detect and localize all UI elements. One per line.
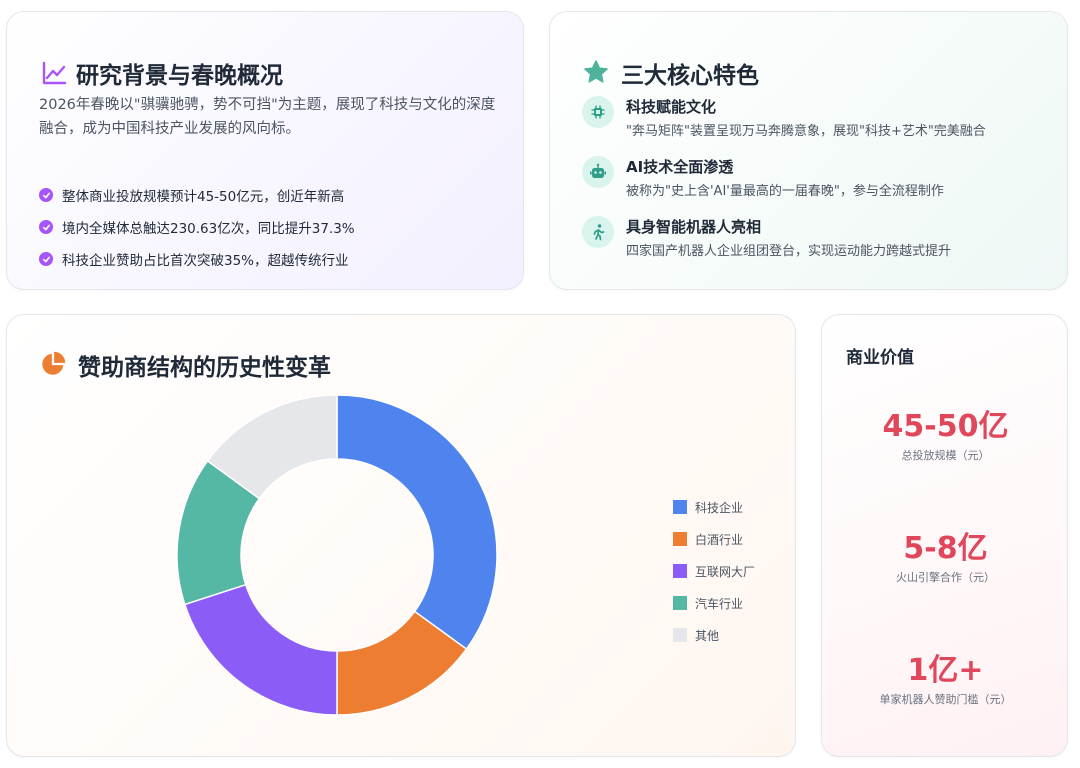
legend-label: 互联网大厂 xyxy=(695,564,756,579)
legend-label: 汽车行业 xyxy=(695,596,744,611)
legend-swatch xyxy=(673,564,687,578)
legend-swatch xyxy=(673,596,687,610)
check-circle-icon xyxy=(39,188,53,202)
card-title: 商业价值 xyxy=(846,348,914,368)
bullet-item: 整体商业投放规模预计45-50亿元，创近年新高 xyxy=(39,185,344,205)
bullet-item: 科技企业赞助占比首次突破35%，超越传统行业 xyxy=(39,249,349,269)
robot-icon xyxy=(582,156,614,188)
metric-block: 5-8亿 火山引擎合作（元） xyxy=(822,531,1069,585)
legend-item: 汽车行业 xyxy=(673,587,755,619)
feature-title: 具身智能机器人亮相 xyxy=(626,218,762,236)
feature-title: 科技赋能文化 xyxy=(626,98,717,116)
research-background-card: 研究背景与春晚概况 2026年春晚以"骐骥驰骋，势不可挡"为主题，展现了科技与文… xyxy=(6,11,524,290)
sponsor-structure-card: 赞助商结构的历史性变革 科技企业白酒行业互联网大厂汽车行业其他 xyxy=(6,314,796,757)
check-circle-icon xyxy=(39,220,53,234)
legend-item: 其他 xyxy=(673,619,755,651)
metric-block: 1亿+ 单家机器人赞助门槛（元） xyxy=(822,653,1069,707)
metric-label: 火山引擎合作（元） xyxy=(896,571,995,584)
legend-label: 其他 xyxy=(695,628,720,643)
commercial-value-card: 商业价值 45-50亿 总投放规模（元） 5-8亿 火山引擎合作（元） 1亿+ … xyxy=(821,314,1068,757)
check-circle-icon xyxy=(39,252,53,266)
legend-swatch xyxy=(673,532,687,546)
donut-slice-科技企业 xyxy=(336,394,498,651)
running-person-icon xyxy=(582,216,614,248)
metric-label: 总投放规模（元） xyxy=(901,449,990,462)
legend-item: 白酒行业 xyxy=(673,523,755,555)
legend-label: 白酒行业 xyxy=(695,532,744,547)
bullet-text: 科技企业赞助占比首次突破35%，超越传统行业 xyxy=(62,253,349,269)
card-title: 三大核心特色 xyxy=(621,63,759,89)
feature-desc: 被称为"史上含'AI'量最高的一届春晚"，参与全流程制作 xyxy=(626,184,944,199)
intro-paragraph: 2026年春晚以"骐骥驰骋，势不可挡"为主题，展现了科技与文化的深度融合，成为中… xyxy=(39,97,496,137)
metric-value: 1亿+ xyxy=(907,653,984,688)
legend-label: 科技企业 xyxy=(695,500,744,515)
donut-chart xyxy=(176,394,498,716)
bullet-text: 整体商业投放规模预计45-50亿元，创近年新高 xyxy=(62,189,345,205)
legend-swatch xyxy=(673,500,687,514)
feature-desc: 四家国产机器人企业组团登台，实现运动能力跨越式提升 xyxy=(626,244,952,259)
bullet-item: 境内全媒体总触达230.63亿次，同比提升37.3% xyxy=(39,217,355,237)
card-title: 研究背景与春晚概况 xyxy=(76,63,283,89)
bullet-text: 境内全媒体总触达230.63亿次，同比提升37.3% xyxy=(62,221,355,237)
legend-item: 互联网大厂 xyxy=(673,555,755,587)
core-features-card: 三大核心特色 科技赋能文化 "奔马矩阵"装置呈现万马奔腾意象，展现"科技+艺术"… xyxy=(549,11,1068,290)
legend-swatch xyxy=(673,628,687,642)
metric-label: 单家机器人赞助门槛（元） xyxy=(879,693,1012,706)
card-title: 赞助商结构的历史性变革 xyxy=(78,355,331,381)
metric-value: 45-50亿 xyxy=(882,409,1009,444)
legend-item: 科技企业 xyxy=(673,491,755,523)
star-icon xyxy=(584,60,608,83)
feature-title: AI技术全面渗透 xyxy=(626,158,734,176)
feature-desc: "奔马矩阵"装置呈现万马奔腾意象，展现"科技+艺术"完美融合 xyxy=(626,124,986,139)
donut-slice-互联网大厂 xyxy=(183,583,338,716)
metric-value: 5-8亿 xyxy=(903,531,988,566)
pie-chart-icon xyxy=(42,351,66,375)
chart-legend: 科技企业白酒行业互联网大厂汽车行业其他 xyxy=(673,491,755,651)
line-chart-icon xyxy=(42,61,67,85)
chip-icon xyxy=(582,96,614,128)
metric-block: 45-50亿 总投放规模（元） xyxy=(822,409,1069,463)
